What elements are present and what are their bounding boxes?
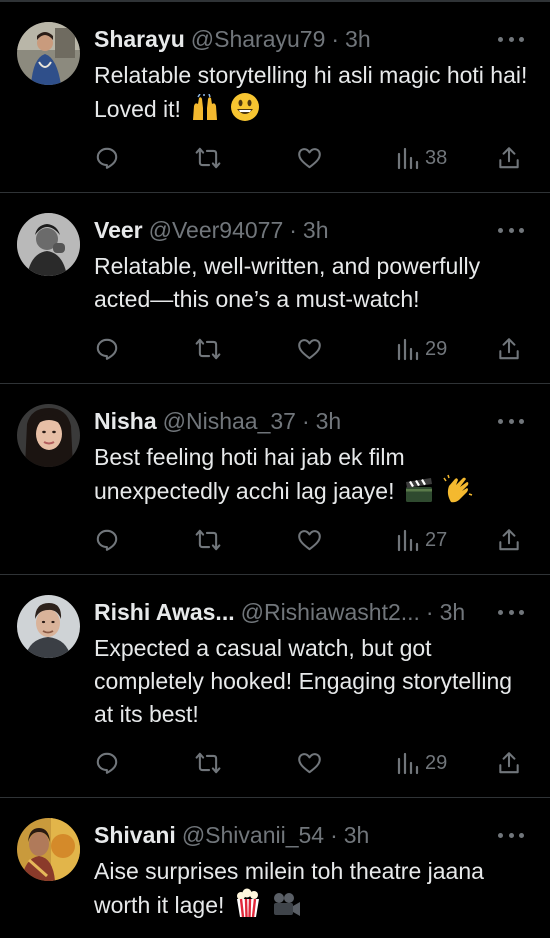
reply-button[interactable] [94,525,120,555]
tweet-body: Relatable storytelling hi asli magic hot… [94,62,528,122]
author-handle[interactable]: @Nishaa_37 [163,408,296,435]
avatar[interactable] [17,213,80,276]
views-chart-icon [397,529,419,552]
views-count: 38 [425,146,448,169]
reply-button[interactable] [94,748,120,778]
views-button[interactable]: 29 [397,748,447,778]
avatar[interactable] [17,404,80,467]
clapper-board-emoji [404,476,434,513]
repost-button[interactable] [194,748,222,778]
dot-separator: · [289,216,297,243]
heart-icon [298,148,321,169]
share-button[interactable] [496,748,522,778]
timestamp[interactable]: 3h [316,408,342,435]
repost-icon [195,752,221,774]
dot-separator: · [425,598,434,625]
views-button[interactable]: 29 [397,334,447,364]
tweet[interactable]: Nisha @Nishaa_37 · 3h Best feeling hoti … [0,384,550,575]
tweet-text: Aise surprises milein toh theatre jaana … [94,855,530,927]
tweet-text: Relatable storytelling hi asli magic hot… [94,59,530,131]
heart-icon [298,339,321,360]
share-button[interactable] [496,525,522,555]
reply-icon [96,338,118,360]
tweet-body: Best feeling hoti hai jab ek film unexpe… [94,444,405,504]
like-button[interactable] [296,748,323,778]
clapping-hands-emoji [443,474,473,513]
share-button[interactable] [496,334,522,364]
more-options-icon[interactable] [498,602,524,622]
like-button[interactable] [296,525,323,555]
tweet-actions: 27 [94,525,530,555]
views-chart-icon [397,147,419,170]
share-icon [499,147,519,169]
repost-button[interactable] [194,334,222,364]
avatar[interactable] [17,818,80,881]
avatar[interactable] [17,595,80,658]
share-icon [499,752,519,774]
timestamp[interactable]: 3h [303,217,329,244]
share-icon [499,338,519,360]
views-chart-icon [397,752,419,775]
reply-icon [96,752,118,774]
share-button[interactable] [496,143,522,173]
tweet[interactable]: Shivani @Shivanii_54 · 3h Aise surprises… [0,798,550,938]
dot-separator: · [331,25,340,52]
views-count: 29 [425,337,448,360]
repost-icon [195,529,221,551]
tweet-actions: 29 [94,748,530,778]
avatar[interactable] [17,22,80,85]
more-options-icon[interactable] [498,825,524,845]
views-button[interactable]: 27 [397,525,447,555]
tweet-text: Expected a casual watch, but got complet… [94,632,530,731]
more-options-icon[interactable] [498,220,524,240]
tweet-body: Relatable, well-written, and powerfully … [94,253,481,312]
author-name[interactable]: Shivani [94,822,176,849]
tweet[interactable]: Rishi Awas... @Rishiawasht2... · 3h Expe… [0,575,550,798]
reply-icon [96,147,118,169]
more-options-icon[interactable] [498,29,524,49]
author-handle[interactable]: @Rishiawasht2... [241,599,420,626]
reply-button[interactable] [94,143,120,173]
author-name[interactable]: Rishi Awas... [94,599,235,626]
more-options-icon[interactable] [498,411,524,431]
dot-separator: · [301,407,310,434]
timestamp[interactable]: 3h [440,599,466,626]
heart-icon [298,530,321,551]
tweet[interactable]: Veer @Veer94077 · 3h Relatable, well-wri… [0,193,550,384]
author-handle[interactable]: @Veer94077 [149,217,284,244]
grinning-face-emoji [230,92,260,131]
repost-icon [195,338,221,360]
views-count: 27 [425,528,448,551]
like-button[interactable] [296,143,323,173]
tweet-actions: 38 [94,143,530,173]
repost-icon [195,147,221,169]
views-button[interactable]: 38 [397,143,447,173]
tweet[interactable]: Sharayu @Sharayu79 · 3h Relatable storyt… [0,2,550,193]
author-handle[interactable]: @Shivanii_54 [182,822,324,849]
views-chart-icon [397,338,419,361]
timestamp[interactable]: 3h [345,26,371,53]
like-button[interactable] [296,334,323,364]
reply-feed: Sharayu @Sharayu79 · 3h Relatable storyt… [0,2,550,938]
popcorn-emoji [234,888,262,927]
share-icon [499,529,519,551]
reply-icon [96,529,118,551]
views-count: 29 [425,751,448,774]
tweet-actions: 29 [94,334,530,364]
reply-button[interactable] [94,334,120,364]
tweet-body: Expected a casual watch, but got complet… [94,635,513,727]
author-name[interactable]: Nisha [94,408,157,435]
author-handle[interactable]: @Sharayu79 [191,26,326,53]
dot-separator: · [330,821,338,848]
repost-button[interactable] [194,143,222,173]
raising-hands-emoji [190,93,220,131]
author-name[interactable]: Sharayu [94,26,185,53]
repost-button[interactable] [194,525,222,555]
movie-camera-emoji [271,892,301,927]
timestamp[interactable]: 3h [344,822,370,849]
tweet-text: Relatable, well-written, and powerfully … [94,250,530,316]
tweet-text: Best feeling hoti hai jab ek film unexpe… [94,441,530,513]
heart-icon [298,753,321,774]
author-name[interactable]: Veer [94,217,143,244]
